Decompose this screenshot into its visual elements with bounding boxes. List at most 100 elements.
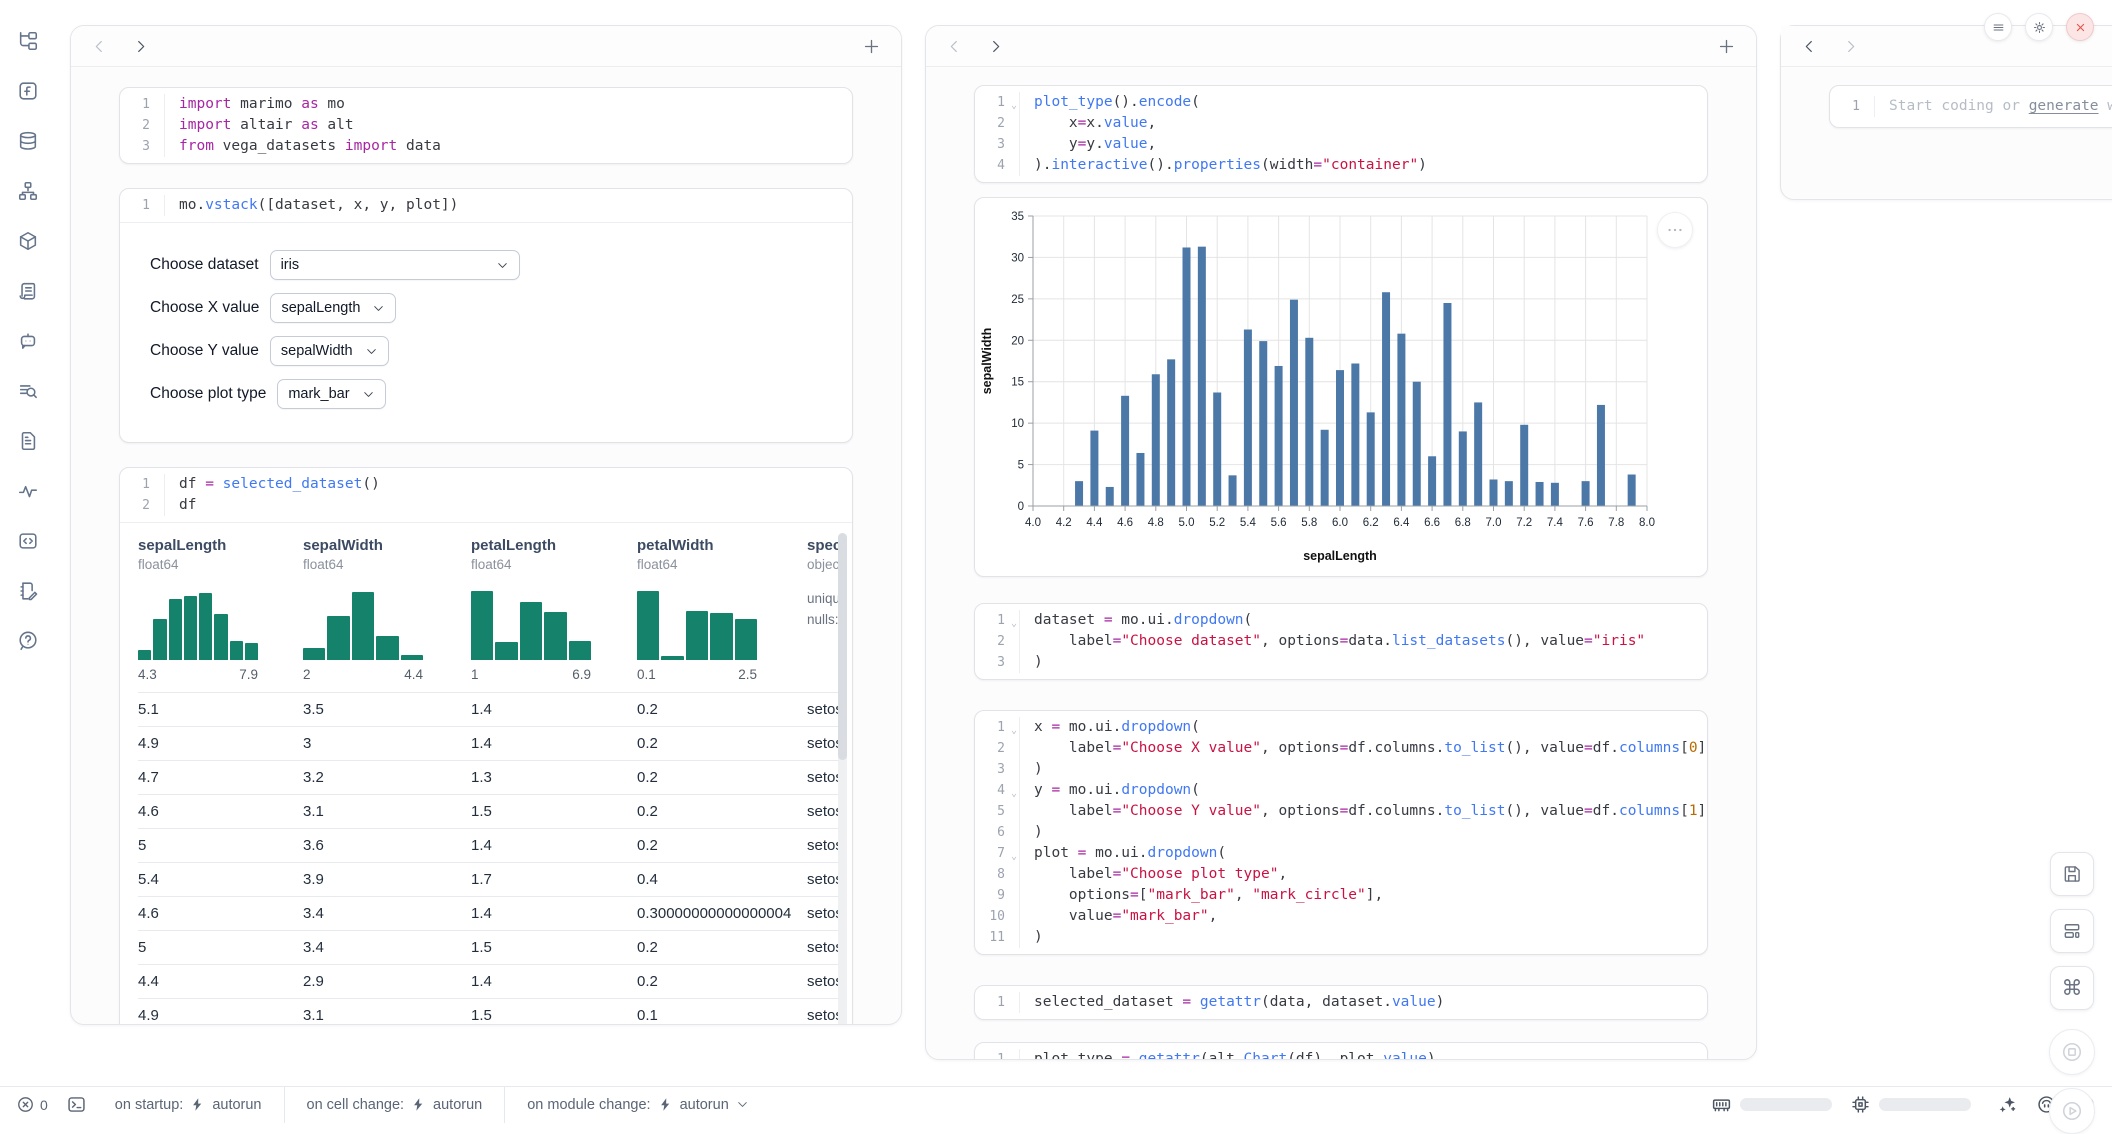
choose-x-value-row: Choose X valuesepalLength — [150, 293, 822, 323]
imports-cell: 1import marimo as mo2import altair as al… — [119, 87, 853, 164]
layout-button[interactable] — [2050, 909, 2094, 953]
menu-button[interactable] — [1984, 13, 2012, 41]
column-header-petalWidth: petalWidthfloat640.12.5 — [637, 537, 807, 692]
selected-dataset-cell: 1selected_dataset = getattr(data, datase… — [974, 985, 1708, 1020]
column-histogram — [471, 586, 591, 660]
choose-y-value-label: Choose Y value — [150, 342, 259, 360]
add-cell-button[interactable] — [1717, 37, 1736, 56]
ai-sparkle-button[interactable] — [1997, 1094, 2018, 1115]
left-column-toolbar — [71, 26, 901, 67]
command-icon: ⌘ — [2062, 978, 2083, 999]
svg-text:4.6: 4.6 — [1117, 517, 1133, 529]
code-editor[interactable]: 1plot_type = getattr(alt.Chart(df), plot… — [975, 1043, 1707, 1060]
svg-text:7.0: 7.0 — [1486, 517, 1502, 529]
files-icon[interactable] — [11, 24, 45, 58]
settings-button[interactable] — [2025, 13, 2053, 41]
code-editor[interactable]: 1⌄plot_type().encode(2 x=x.value,3 y=y.v… — [975, 86, 1707, 182]
column-histogram — [637, 586, 757, 660]
choose-y-value-select[interactable]: sepalWidth — [270, 336, 389, 366]
choose-plot-type-select[interactable]: mark_bar — [277, 379, 385, 409]
save-button[interactable] — [2050, 852, 2094, 896]
snippets-icon[interactable] — [11, 524, 45, 558]
svg-text:8.0: 8.0 — [1639, 517, 1655, 529]
empty-code-cell[interactable]: 1 Start coding or generate with AI — [1829, 85, 2112, 128]
svg-text:10: 10 — [1011, 418, 1024, 430]
chevron-down-icon — [372, 302, 385, 315]
on-module-change-setting[interactable]: on module change: autorun — [505, 1087, 771, 1123]
svg-text:5.6: 5.6 — [1271, 517, 1287, 529]
lightning-icon — [411, 1097, 426, 1112]
choose-plot-type-label: Choose plot type — [150, 385, 266, 403]
code-editor[interactable]: 1import marimo as mo2import altair as al… — [120, 88, 852, 163]
documentation-icon[interactable] — [11, 424, 45, 458]
code-editor[interactable]: 1⌄x = mo.ui.dropdown(2 label="Choose X v… — [975, 711, 1707, 954]
memory-usage-bar — [1740, 1098, 1832, 1111]
shutdown-button[interactable] — [2066, 13, 2094, 41]
status-bar: 0 on startup: autorun on cell change: au… — [0, 1086, 2112, 1122]
svg-text:7.6: 7.6 — [1578, 517, 1594, 529]
cpu-icon — [1850, 1094, 1871, 1115]
svg-text:15: 15 — [1011, 377, 1024, 389]
column-histogram — [138, 586, 258, 660]
lightning-icon — [658, 1097, 673, 1112]
chevron-down-icon — [736, 1098, 749, 1111]
generate-with-ai-link[interactable]: generate — [2029, 98, 2099, 114]
on-cell-change-setting[interactable]: on cell change: autorun — [285, 1087, 505, 1123]
svg-text:4.4: 4.4 — [1086, 517, 1103, 529]
chevron-right-icon[interactable] — [987, 38, 1004, 55]
datasources-icon[interactable] — [11, 124, 45, 158]
svg-text:4.0: 4.0 — [1025, 517, 1041, 529]
column-header-species: speciesobjectunique:nulls: — [807, 537, 838, 692]
ai-chat-icon[interactable] — [11, 324, 45, 358]
svg-text:5.0: 5.0 — [1179, 517, 1195, 529]
help-icon[interactable] — [11, 624, 45, 658]
table-row: 53.61.40.2setosa — [138, 828, 838, 862]
tracing-icon[interactable] — [11, 474, 45, 508]
code-editor[interactable]: 1mo.vstack([dataset, x, y, plot]) — [120, 189, 852, 222]
chevron-right-icon[interactable] — [132, 38, 149, 55]
middle-column: 1⌄plot_type().encode(2 x=x.value,3 y=y.v… — [925, 25, 1757, 1060]
df-table-body: 5.13.51.40.2setosa4.931.40.2setosa4.73.2… — [138, 692, 838, 1025]
on-startup-setting[interactable]: on startup: autorun — [93, 1087, 284, 1123]
svg-text:0: 0 — [1018, 501, 1024, 513]
dependencies-icon[interactable] — [11, 174, 45, 208]
code-editor[interactable]: 1⌄dataset = mo.ui.dropdown(2 label="Choo… — [975, 604, 1707, 679]
right-column: 1 Start coding or generate with AI — [1780, 25, 2112, 200]
keyboard-shortcuts-button[interactable]: ⌘ — [2050, 966, 2094, 1010]
chevron-right-icon[interactable] — [1842, 38, 1859, 55]
chart-menu-button[interactable] — [1657, 212, 1693, 248]
table-scrollbar[interactable] — [838, 533, 847, 1025]
add-cell-button[interactable] — [862, 37, 881, 56]
stop-button[interactable] — [2049, 1029, 2095, 1075]
table-row: 4.73.21.30.2setosa — [138, 760, 838, 794]
table-row: 4.931.40.2setosa — [138, 726, 838, 760]
line-number: 1 — [1830, 96, 1874, 117]
run-button[interactable] — [2049, 1088, 2095, 1134]
packages-icon[interactable] — [11, 224, 45, 258]
variables-icon[interactable] — [11, 74, 45, 108]
table-row: 4.63.41.40.30000000000000004setosa — [138, 896, 838, 930]
chevron-left-icon[interactable] — [1801, 38, 1818, 55]
chevron-left-icon[interactable] — [946, 38, 963, 55]
scratchpad-icon[interactable] — [11, 574, 45, 608]
code-editor[interactable]: 1selected_dataset = getattr(data, datase… — [975, 986, 1707, 1019]
code-placeholder[interactable]: Start coding or generate with AI — [1874, 96, 2112, 117]
svg-text:4.8: 4.8 — [1148, 517, 1164, 529]
svg-text:7.4: 7.4 — [1547, 517, 1564, 529]
terminal-button[interactable] — [66, 1094, 87, 1115]
chevron-down-icon — [365, 345, 378, 358]
svg-text:7.2: 7.2 — [1516, 517, 1532, 529]
outline-icon[interactable] — [11, 274, 45, 308]
choose-x-value-select[interactable]: sepalLength — [270, 293, 396, 323]
logs-icon[interactable] — [11, 374, 45, 408]
choose-dataset-select[interactable]: iris — [270, 250, 520, 280]
table-row: 4.63.11.50.2setosa — [138, 794, 838, 828]
chart-output-cell: 4.04.24.44.64.85.05.25.45.65.86.06.26.46… — [974, 197, 1708, 577]
code-editor[interactable]: 1df = selected_dataset()2df — [120, 468, 852, 522]
svg-text:5.4: 5.4 — [1240, 517, 1257, 529]
choose-dataset-row: Choose datasetiris — [150, 250, 822, 280]
chevron-left-icon[interactable] — [91, 38, 108, 55]
memory-icon — [1711, 1094, 1732, 1115]
errors-indicator[interactable]: 0 — [16, 1095, 48, 1114]
middle-column-toolbar — [926, 26, 1756, 67]
